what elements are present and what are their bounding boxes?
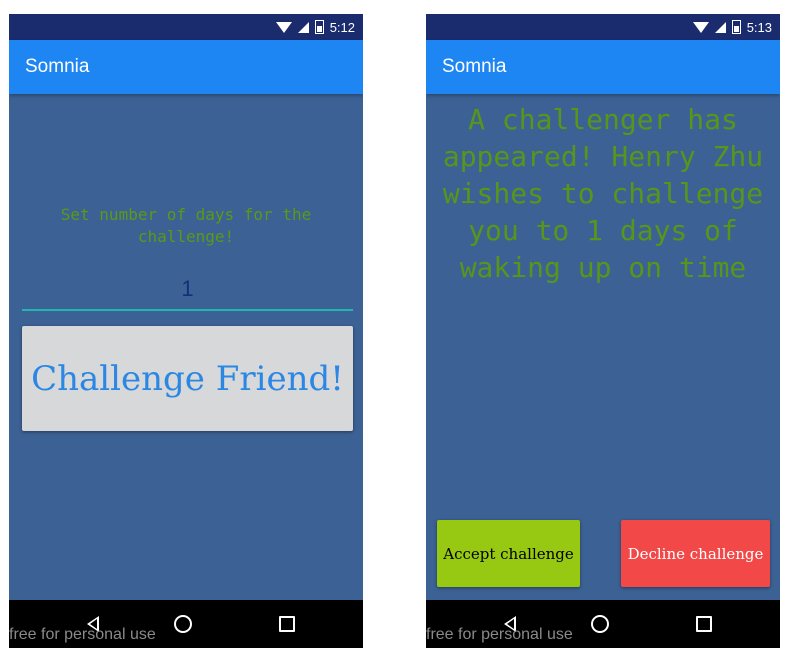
app-title: Somnia xyxy=(442,56,507,77)
wifi-icon xyxy=(275,21,292,33)
battery-icon xyxy=(731,20,741,34)
recent-apps-icon[interactable] xyxy=(696,616,712,632)
status-bar: 5:13 xyxy=(426,14,780,40)
app-title: Somnia xyxy=(25,56,90,77)
wifi-icon xyxy=(692,21,709,33)
app-bar: Somnia xyxy=(9,40,363,94)
challenge-received-screen: 5:13 Somnia A challenger has appeared! H… xyxy=(426,14,780,648)
signal-icon xyxy=(297,21,309,33)
signal-icon xyxy=(714,21,726,33)
status-icons: 5:12 xyxy=(275,14,355,40)
home-icon[interactable] xyxy=(591,615,609,633)
app-bar: Somnia xyxy=(426,40,780,94)
status-icons: 5:13 xyxy=(692,14,772,40)
challenge-friend-button[interactable]: Challenge Friend! xyxy=(22,326,353,431)
status-time: 5:12 xyxy=(329,19,355,35)
days-label: Set number of days for the challenge! xyxy=(60,205,312,246)
watermark: free for personal use xyxy=(426,626,573,643)
status-bar: 5:12 xyxy=(9,14,363,40)
battery-icon xyxy=(314,20,324,34)
challenge-message: A challenger has appeared! Henry Zhu wis… xyxy=(442,103,764,284)
watermark: free for personal use xyxy=(9,626,156,643)
decline-challenge-button[interactable]: Decline challenge xyxy=(621,520,770,587)
days-input[interactable] xyxy=(22,269,353,311)
home-icon[interactable] xyxy=(174,615,192,633)
accept-challenge-button[interactable]: Accept challenge xyxy=(437,520,580,587)
status-time: 5:13 xyxy=(746,19,772,35)
recent-apps-icon[interactable] xyxy=(279,616,295,632)
challenge-setup-screen: 5:12 Somnia Set number of days for the c… xyxy=(9,14,363,648)
